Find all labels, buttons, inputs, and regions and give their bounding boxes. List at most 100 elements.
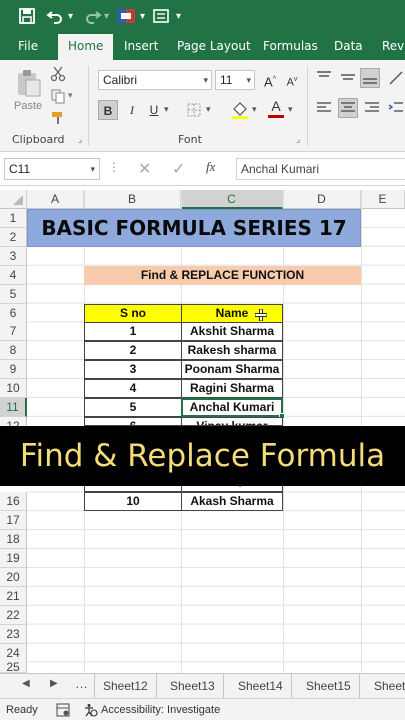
save-icon[interactable]: [18, 7, 36, 27]
row-header[interactable]: 16: [0, 492, 27, 511]
table-cell-name[interactable]: Poonam Sharma: [181, 360, 283, 379]
tab-file[interactable]: File: [18, 34, 38, 60]
row-header[interactable]: 17: [0, 511, 27, 530]
row-header-active[interactable]: 11: [0, 398, 27, 417]
bold-button[interactable]: B: [98, 100, 118, 120]
tab-page-layout[interactable]: Page Layout: [177, 34, 251, 60]
clipboard-launcher-icon[interactable]: ⌟: [78, 134, 82, 145]
paste-button[interactable]: Paste: [14, 100, 42, 112]
borders-icon[interactable]: [186, 102, 202, 123]
underline-dropdown-icon[interactable]: ▾: [164, 104, 169, 115]
enter-icon[interactable]: ✓: [172, 159, 185, 179]
orientation-icon[interactable]: [388, 68, 404, 91]
table-cell-name[interactable]: Akash Sharma: [181, 492, 283, 511]
row-header[interactable]: 24: [0, 644, 27, 663]
tab-insert[interactable]: Insert: [124, 34, 158, 60]
formula-input[interactable]: Anchal Kumari: [236, 158, 405, 180]
row-header[interactable]: 19: [0, 549, 27, 568]
row-header[interactable]: 21: [0, 587, 27, 606]
row-header[interactable]: 8: [0, 341, 27, 360]
font-color-dropdown-icon[interactable]: ▾: [288, 104, 293, 115]
row-header[interactable]: 23: [0, 625, 27, 644]
underline-button[interactable]: U: [144, 100, 164, 120]
accessibility-status[interactable]: Accessibility: Investigate: [101, 699, 220, 721]
qat-more-icon[interactable]: ▾: [176, 7, 181, 27]
tab-home[interactable]: Home: [58, 34, 114, 60]
column-header-e[interactable]: E: [361, 190, 405, 209]
sheet-tab[interactable]: Sheet13: [162, 674, 224, 698]
macro-recorder-icon[interactable]: [56, 703, 70, 725]
column-header-b[interactable]: B: [84, 190, 181, 209]
font-size-select[interactable]: 11 ▾: [215, 70, 255, 90]
row-header[interactable]: 6: [0, 304, 27, 323]
sheet-tab[interactable]: Sheet12: [94, 674, 157, 698]
table-header-sno[interactable]: S no: [84, 304, 182, 323]
column-header-d[interactable]: D: [283, 190, 361, 209]
italic-button[interactable]: I: [122, 100, 142, 120]
sheet-tab[interactable]: Sheet14: [230, 674, 292, 698]
title-cell[interactable]: BASIC FORMULA SERIES 17: [27, 209, 361, 247]
row-header[interactable]: 25: [0, 662, 27, 673]
row-header[interactable]: 10: [0, 379, 27, 398]
table-cell-sno[interactable]: 1: [84, 322, 182, 341]
select-all-corner[interactable]: [0, 190, 27, 209]
table-cell-name[interactable]: Akshit Sharma: [181, 322, 283, 341]
sheet-tab[interactable]: Sheet: [366, 674, 405, 698]
fill-color-icon[interactable]: [230, 100, 250, 125]
align-bottom-icon[interactable]: [360, 68, 380, 88]
copy-icon[interactable]: [50, 88, 66, 109]
column-header-a[interactable]: A: [27, 190, 84, 209]
redo-dropdown-icon[interactable]: ▾: [104, 7, 109, 27]
tab-data[interactable]: Data: [334, 34, 363, 60]
align-middle-icon[interactable]: [340, 70, 356, 89]
row-header[interactable]: 9: [0, 360, 27, 379]
row-header[interactable]: 22: [0, 606, 27, 625]
tab-review[interactable]: Revi: [382, 34, 405, 60]
row-header[interactable]: 2: [0, 228, 27, 247]
customize-dropdown-icon[interactable]: ▾: [140, 7, 145, 27]
prev-sheet-icon[interactable]: ◀: [22, 678, 30, 689]
accessibility-icon[interactable]: [84, 703, 98, 725]
row-header[interactable]: 5: [0, 285, 27, 304]
fill-color-dropdown-icon[interactable]: ▾: [252, 104, 257, 115]
cut-icon[interactable]: [50, 66, 66, 87]
table-cell-sno[interactable]: 6: [84, 417, 182, 426]
table-cell-sno[interactable]: 10: [84, 492, 182, 511]
table-cell-sno[interactable]: 3: [84, 360, 182, 379]
font-name-select[interactable]: Calibri ▾: [98, 70, 212, 90]
next-sheet-icon[interactable]: ▶: [50, 678, 58, 689]
table-header-name[interactable]: Name: [181, 304, 283, 323]
active-cell[interactable]: Anchal Kumari: [181, 398, 283, 417]
row-header[interactable]: 4: [0, 266, 27, 285]
more-sheets-icon[interactable]: …: [75, 676, 88, 691]
column-header-c[interactable]: C: [181, 190, 283, 209]
borders-dropdown-icon[interactable]: ▾: [206, 104, 211, 115]
table-cell-sno[interactable]: 5: [84, 398, 182, 417]
align-top-icon[interactable]: [316, 70, 332, 89]
paste-icon[interactable]: [14, 68, 44, 103]
redo-icon[interactable]: [84, 7, 102, 27]
increase-font-size-icon[interactable]: A^: [260, 70, 280, 90]
font-color-button[interactable]: A: [266, 98, 286, 118]
sheet-tab[interactable]: Sheet15: [298, 674, 360, 698]
align-right-icon[interactable]: [364, 100, 380, 121]
indent-icon[interactable]: [388, 100, 404, 121]
insert-function-button[interactable]: fx: [206, 159, 215, 175]
undo-icon[interactable]: [46, 7, 64, 27]
copy-dropdown-icon[interactable]: ▾: [68, 90, 73, 101]
row-header[interactable]: 20: [0, 568, 27, 587]
row-header[interactable]: 3: [0, 247, 27, 266]
table-cell-name[interactable]: Ragini Sharma: [181, 379, 283, 398]
cancel-icon[interactable]: ✕: [138, 159, 151, 179]
name-box[interactable]: C11 ▾: [4, 158, 100, 180]
subtitle-cell[interactable]: Find & REPLACE FUNCTION: [84, 266, 361, 285]
table-cell-sno[interactable]: 4: [84, 379, 182, 398]
row-header[interactable]: 18: [0, 530, 27, 549]
tab-formulas[interactable]: Formulas: [263, 34, 318, 60]
align-left-icon[interactable]: [316, 100, 332, 121]
format-painter-icon[interactable]: [50, 110, 66, 131]
table-cell-sno[interactable]: 2: [84, 341, 182, 360]
align-center-icon[interactable]: [338, 98, 358, 118]
undo-dropdown-icon[interactable]: ▾: [68, 7, 73, 27]
customize-icon[interactable]: [116, 7, 138, 27]
